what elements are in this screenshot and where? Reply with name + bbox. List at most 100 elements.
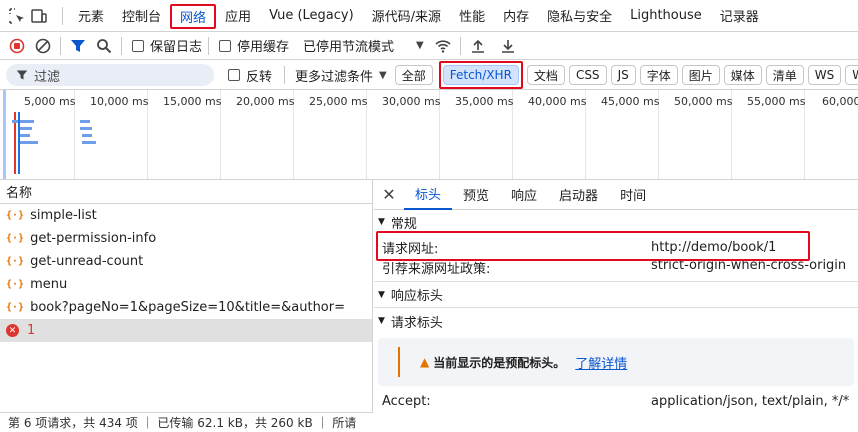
filter-chip-css[interactable]: CSS [568,65,607,85]
clear-icon[interactable] [32,35,54,57]
throttling-select[interactable]: 已停用节流模式 [303,36,394,55]
filter-chip-manifest[interactable]: 清单 [765,65,804,85]
filter-chip-font[interactable]: 字体 [639,65,678,85]
expand-triangle-icon: ▼ [378,316,385,326]
status-bar: 第 6 项请求，共 434 项 ｜ 已传输 62.1 kB，共 260 kB ｜… [0,412,373,432]
filter-chip-doc[interactable]: 文档 [526,65,565,85]
filter-placeholder: 过滤 [34,69,61,85]
timeline-bar [20,141,38,144]
warning-bar [398,347,400,377]
more-filters-dropdown[interactable]: 更多过滤条件 [295,66,373,85]
preserve-log-checkbox[interactable] [132,39,144,52]
tab-vue-legacy[interactable]: Vue (Legacy) [260,0,363,32]
import-upload-icon[interactable] [467,35,489,57]
name-column-header[interactable]: 名称 [0,180,372,204]
chevron-down-icon[interactable]: ▼ [416,40,424,51]
filter-chip-media[interactable]: 媒体 [723,65,762,85]
close-icon[interactable]: ✕ [374,185,404,204]
record-stop-icon[interactable] [6,35,28,57]
divider [284,66,286,84]
filter-chip-all[interactable]: 全部 [394,65,433,85]
tab-recorder[interactable]: 记录器 [711,0,768,32]
request-name: menu [30,277,68,292]
disable-cache-label: 停用缓存 [237,40,290,55]
filter-funnel-icon[interactable] [67,35,89,57]
request-row-selected[interactable]: ✕ 1 [0,319,372,342]
timeline-cursor [3,90,6,179]
expand-triangle-icon: ▼ [378,289,385,300]
request-row[interactable]: {·} simple-list [0,204,372,227]
chevron-down-icon[interactable]: ▼ [379,70,387,81]
devtools-tab-bar: 元素 控制台 网络 应用 Vue (Legacy) 源代码/来源 性能 内存 隐… [0,0,858,32]
network-conditions-icon[interactable] [432,35,454,57]
request-row[interactable]: {·} book?pageNo=1&pageSize=10&title=&aut… [0,296,372,319]
filter-icon [16,70,28,80]
export-download-icon[interactable] [497,35,519,57]
filter-chip-fetch-xhr[interactable]: Fetch/XHR [442,65,519,85]
tab-preview[interactable]: 预览 [452,180,500,210]
tab-privacy-security[interactable]: 隐私与安全 [538,0,621,32]
fetch-request-icon: {·} [6,233,25,244]
tab-lighthouse[interactable]: Lighthouse [621,0,711,32]
request-name: 1 [27,323,36,338]
disable-cache-checkbox[interactable] [219,39,232,52]
accept-header-label: Accept: [382,393,431,409]
fetch-request-icon: {·} [6,302,25,313]
warning-text: 当前显示的是预配标头。 [433,355,566,370]
fetch-xhr-highlight: Fetch/XHR [438,61,523,89]
preserve-log-label: 保留日志 [150,40,203,55]
divider [60,36,61,55]
tab-sources[interactable]: 源代码/来源 [363,0,450,32]
tab-initiator[interactable]: 启动器 [548,180,609,210]
response-headers-section[interactable]: ▼ 响应标头 [374,282,858,308]
learn-more-link[interactable]: 了解详情 [575,353,627,372]
tab-elements[interactable]: 元素 [69,0,113,32]
inspect-element-icon[interactable] [6,5,28,27]
request-row[interactable]: {·} menu [0,273,372,296]
expand-triangle-icon: ▼ [378,217,385,227]
filter-chip-ws[interactable]: WS [807,65,842,85]
filter-input[interactable]: 过滤 [6,64,214,86]
request-name: get-permission-info [30,231,157,246]
request-headers-label: 请求标头 [390,315,443,331]
tab-performance[interactable]: 性能 [450,0,494,32]
response-headers-label: 响应标头 [390,289,443,304]
timeline-bar [20,127,32,130]
timeline-bar [20,134,30,137]
request-name: get-unread-count [30,254,144,269]
tab-network[interactable]: 网络 [170,3,217,29]
request-name: simple-list [30,208,97,223]
tab-headers[interactable]: 标头 [404,180,453,210]
filter-chip-img[interactable]: 图片 [681,65,720,85]
request-row[interactable]: {·} get-permission-info [0,227,372,250]
invert-label: 反转 [246,69,273,85]
timeline-bar [80,127,92,130]
timeline-bar [20,120,34,123]
referrer-policy-row: 引荐来源网址政策: strict-origin-when-cross-origi… [374,258,858,282]
accept-header-row: Accept: application/json, text/plain, */… [374,390,858,412]
timeline-bars [3,90,96,179]
invert-checkbox[interactable] [228,69,240,81]
request-row[interactable]: {·} get-unread-count [0,250,372,273]
accept-header-value: application/json, text/plain, */* [651,393,850,409]
network-overview-timeline[interactable]: 5,000 ms 10,000 ms 15,000 ms 20,000 ms 2… [0,90,858,180]
tab-response[interactable]: 响应 [500,180,548,210]
tab-memory[interactable]: 内存 [494,0,538,32]
divider [62,6,63,25]
divider [208,36,210,55]
provisional-headers-warning: ▲ 当前显示的是预配标头。 了解详情 [378,338,854,386]
warning-icon: ▲ [420,355,430,369]
filter-chip-js[interactable]: JS [610,65,636,85]
tab-console[interactable]: 控制台 [113,0,170,32]
request-headers-section[interactable]: ▼ 请求标头 [374,308,858,334]
filter-chip-wasm[interactable]: W [845,65,858,85]
device-toolbar-icon[interactable] [28,5,50,27]
fetch-request-icon: {·} [6,256,25,267]
tab-application[interactable]: 应用 [216,0,260,32]
tab-timing[interactable]: 时间 [609,180,657,210]
timeline-bar [12,120,18,123]
general-label: 常规 [390,216,417,232]
search-icon[interactable] [93,35,115,57]
timeline-bar [82,141,96,144]
request-url-highlight [376,231,810,261]
